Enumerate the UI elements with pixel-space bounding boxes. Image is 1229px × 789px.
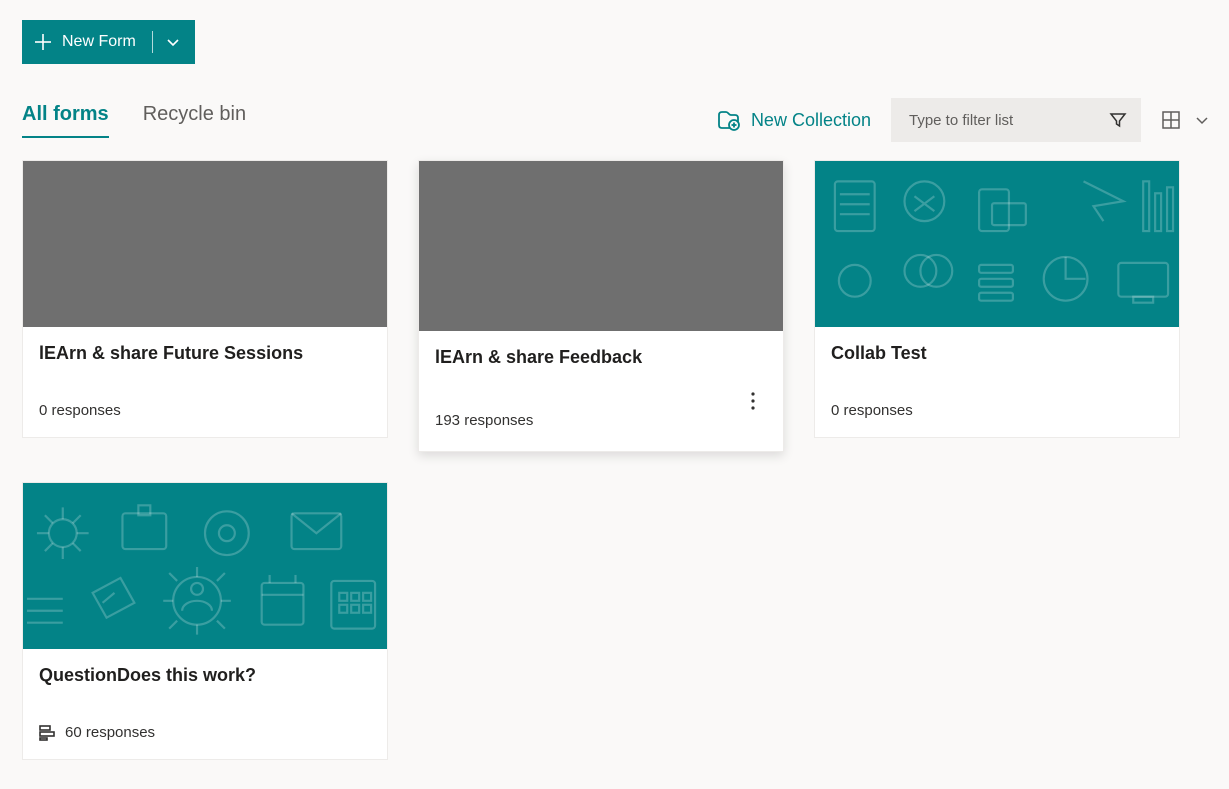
new-form-button[interactable]: New Form [22, 20, 195, 64]
form-card-body: QuestionDoes this work? 60 responses [23, 649, 387, 759]
form-card-body: lEArn & share Future Sessions 0 response… [23, 327, 387, 437]
quiz-icon [39, 725, 57, 741]
grid-view-icon [1161, 110, 1181, 130]
form-card[interactable]: Collab Test 0 responses [814, 160, 1180, 438]
form-responses-text: 60 responses [65, 724, 155, 741]
form-card-body: lEArn & share Feedback 193 responses [419, 331, 783, 451]
form-thumbnail [419, 161, 783, 331]
tab-recycle-bin[interactable]: Recycle bin [143, 103, 246, 138]
form-card[interactable]: lEArn & share Future Sessions 0 response… [22, 160, 388, 438]
plus-icon [34, 33, 52, 51]
toolbar-right: New Collection [715, 98, 1209, 142]
new-collection-button[interactable]: New Collection [715, 107, 871, 133]
filter-icon[interactable] [1109, 111, 1127, 129]
collection-icon [715, 107, 741, 133]
form-responses: 0 responses [831, 402, 1163, 419]
filter-input-container [891, 98, 1141, 142]
chevron-down-icon [1195, 113, 1209, 127]
forms-grid: lEArn & share Future Sessions 0 response… [22, 160, 1209, 760]
form-thumbnail [23, 483, 387, 649]
form-card[interactable]: QuestionDoes this work? 60 responses [22, 482, 388, 760]
new-form-label: New Form [62, 33, 136, 51]
divider [152, 31, 153, 53]
chevron-down-icon[interactable] [165, 34, 181, 50]
new-collection-label: New Collection [751, 110, 871, 131]
form-responses: 193 responses [435, 412, 767, 429]
filter-input[interactable] [909, 112, 1109, 129]
form-responses: 60 responses [39, 724, 371, 741]
form-responses: 0 responses [39, 402, 371, 419]
form-title: lEArn & share Feedback [435, 347, 767, 368]
tabs-row: All forms Recycle bin New Collection [22, 98, 1209, 142]
form-title: lEArn & share Future Sessions [39, 343, 371, 364]
form-thumbnail [815, 161, 1179, 327]
more-options-button[interactable] [737, 385, 769, 417]
view-toggle[interactable] [1161, 110, 1209, 130]
tab-all-forms[interactable]: All forms [22, 103, 109, 138]
form-card-body: Collab Test 0 responses [815, 327, 1179, 437]
form-title: Collab Test [831, 343, 1163, 364]
form-thumbnail [23, 161, 387, 327]
form-card[interactable]: lEArn & share Feedback 193 responses [418, 160, 784, 452]
form-title: QuestionDoes this work? [39, 665, 371, 686]
